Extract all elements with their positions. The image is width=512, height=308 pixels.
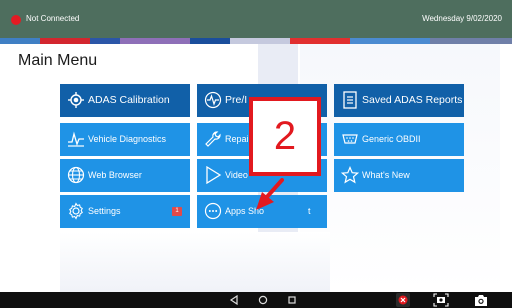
web-browser-tile[interactable]: Web Browser: [60, 159, 190, 192]
tile-label: Saved ADAS Reports: [362, 94, 463, 106]
status-bar: Not Connected Wednesday 9/02/2020: [0, 0, 512, 38]
camera-icon[interactable]: [470, 292, 492, 308]
tile-label: Web Browser: [88, 170, 142, 180]
tile-label-end: t: [308, 206, 311, 216]
date-display: Wednesday 9/02/2020: [422, 14, 502, 23]
report-icon: [341, 91, 359, 109]
saved-adas-reports-tile[interactable]: Saved ADAS Reports: [334, 84, 464, 117]
tile-label: Pre/I: [225, 94, 248, 106]
connection-status-icon: [11, 15, 21, 25]
tile-label: What's New: [362, 170, 410, 180]
settings-tile[interactable]: Settings 1: [60, 195, 190, 228]
tile-label: Video: [225, 170, 248, 180]
connection-status: Not Connected: [26, 14, 80, 23]
recents-icon[interactable]: [282, 292, 302, 308]
adas-calibration-tile[interactable]: ADAS Calibration: [60, 84, 190, 117]
back-icon[interactable]: [224, 292, 244, 308]
tile-label: Vehicle Diagnostics: [88, 134, 167, 144]
star-icon: [340, 165, 360, 184]
step-number: 2: [273, 114, 297, 158]
pointer-arrow-icon: [256, 178, 284, 210]
home-icon[interactable]: [253, 292, 273, 308]
tile-label: Settings: [88, 206, 121, 216]
page-title: Main Menu: [18, 52, 98, 69]
tile-label: Generic OBDII: [362, 134, 421, 144]
gear-icon: [67, 202, 85, 220]
tile-label: ADAS Calibration: [88, 94, 170, 106]
waveform-icon: [67, 130, 85, 148]
background-decoration: [60, 232, 330, 292]
generic-obdii-tile[interactable]: Generic OBDII: [334, 123, 464, 156]
apps-icon: [204, 202, 222, 220]
wrench-icon: [204, 130, 222, 148]
whats-new-tile[interactable]: What's New: [334, 159, 464, 192]
close-badge-icon[interactable]: [392, 292, 414, 308]
obd-connector-icon: [341, 130, 359, 148]
vehicle-diagnostics-tile[interactable]: Vehicle Diagnostics: [60, 123, 190, 156]
notification-badge: 1: [172, 207, 182, 216]
globe-icon: [67, 166, 85, 184]
tile-label: Repai: [225, 134, 249, 144]
system-navigation-bar: [0, 292, 512, 308]
screenshot-icon[interactable]: [430, 292, 452, 308]
target-icon: [67, 91, 85, 109]
play-icon: [204, 165, 222, 185]
pulse-icon: [204, 91, 222, 109]
step-callout: 2: [249, 97, 321, 176]
